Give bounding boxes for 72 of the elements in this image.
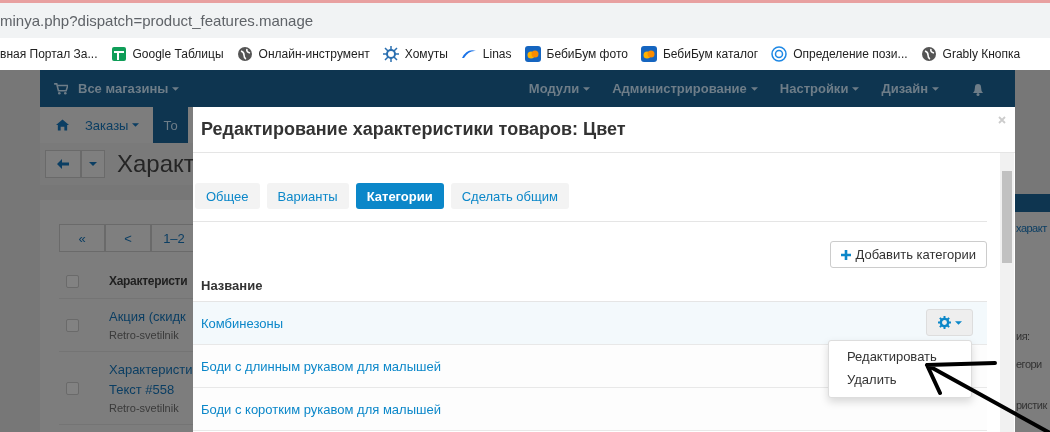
globe-icon xyxy=(236,46,253,62)
left-arrow-icon xyxy=(57,159,69,169)
plus-icon xyxy=(840,249,851,260)
back-button[interactable] xyxy=(45,150,81,178)
settings-button[interactable] xyxy=(926,309,973,336)
side-text: ия: xyxy=(1016,330,1030,342)
spreadsheet-icon xyxy=(110,46,127,62)
caret-icon xyxy=(172,86,180,91)
nav-menu-item[interactable]: То xyxy=(153,107,188,143)
target-icon xyxy=(771,46,788,62)
cog-icon xyxy=(382,46,399,62)
address-bar[interactable]: minya.php?dispatch=product_features.manage xyxy=(0,0,1050,38)
column-header: Характеристи xyxy=(109,274,188,288)
checkbox[interactable] xyxy=(66,274,79,288)
tab[interactable]: Категории xyxy=(355,183,444,209)
dropdown-button[interactable] xyxy=(81,150,105,178)
bookmark-link[interactable]: Онлайн-инструмент xyxy=(236,46,370,62)
bookmark-link[interactable]: Хомуты xyxy=(382,46,448,62)
bell-icon[interactable] xyxy=(971,81,985,96)
top-menu-item[interactable]: Администрирование xyxy=(612,81,747,96)
caret-icon xyxy=(583,86,591,91)
page-title: Характ xyxy=(117,150,195,178)
feature-link[interactable]: Акция (скидк xyxy=(109,309,186,324)
settings-icon xyxy=(937,316,951,329)
bookmark-link[interactable]: БебиБум фото xyxy=(524,46,628,62)
store-name: Retro-svetilnik xyxy=(109,329,180,341)
category-link[interactable]: Боди с коротким рукавом для малышей xyxy=(201,401,441,417)
caret-icon xyxy=(132,123,140,127)
column-header: Название xyxy=(201,278,263,293)
close-icon[interactable] xyxy=(998,116,1006,124)
bookmark-link[interactable]: Google Таблицы xyxy=(110,46,224,62)
side-text: егори xyxy=(1016,358,1042,370)
top-menu-item[interactable]: Дизайн xyxy=(881,81,928,96)
store-menu[interactable]: Все магазины xyxy=(78,81,169,96)
pagination-button[interactable]: « xyxy=(59,224,105,252)
bookmark-link[interactable]: вная Портал За... xyxy=(0,47,98,61)
bookmark-link[interactable]: Grably Кнопка xyxy=(920,46,1021,62)
cart-icon xyxy=(54,82,68,95)
bookmark-link[interactable]: Определение пози... xyxy=(771,46,908,62)
checkbox[interactable] xyxy=(66,381,79,395)
feature-link[interactable]: Характеристи xyxy=(109,362,193,377)
side-link[interactable]: характ xyxy=(1016,222,1047,234)
nav-menu-item[interactable]: Заказы xyxy=(85,117,129,133)
bookmark-link[interactable]: Linas xyxy=(460,46,512,62)
home-icon[interactable] xyxy=(56,119,69,131)
tab[interactable]: Общее xyxy=(195,183,260,209)
checkbox[interactable] xyxy=(66,318,79,332)
feature-subtitle: Текст #558 xyxy=(109,382,176,397)
dialog-title: Редактирование характеристики товаров: Цвет xyxy=(201,119,626,140)
tab[interactable]: Сделать общим xyxy=(450,183,569,209)
menu-item[interactable]: Редактировать xyxy=(829,346,971,369)
scrollbar[interactable] xyxy=(1000,153,1014,432)
side-text: ристик xyxy=(1016,399,1047,411)
category-link[interactable]: Боди с длинным рукавом для малышей xyxy=(201,358,441,374)
category-link[interactable]: Комбинезоны xyxy=(201,315,283,331)
url-text: minya.php?dispatch=product_features.manage xyxy=(0,12,314,29)
caret-icon xyxy=(89,162,97,166)
caret-icon xyxy=(932,86,939,91)
caret-icon xyxy=(852,86,860,91)
top-menu-item[interactable]: Настройки xyxy=(779,81,849,96)
pagination-button[interactable]: < xyxy=(105,224,151,252)
cloud-icon xyxy=(640,46,657,62)
add-categories-button[interactable]: Добавить категории xyxy=(829,241,987,268)
top-menu-item[interactable]: Модули xyxy=(528,81,580,96)
side-header-bar xyxy=(1015,194,1050,212)
cloud-icon xyxy=(524,46,541,62)
caret-icon xyxy=(750,86,758,91)
caret-icon xyxy=(954,320,962,325)
bookmark-link[interactable]: БебиБум каталог xyxy=(640,46,759,62)
store-name: Retro-svetilnik xyxy=(109,402,180,414)
tab[interactable]: Варианты xyxy=(266,183,349,209)
globe-icon xyxy=(920,46,937,62)
